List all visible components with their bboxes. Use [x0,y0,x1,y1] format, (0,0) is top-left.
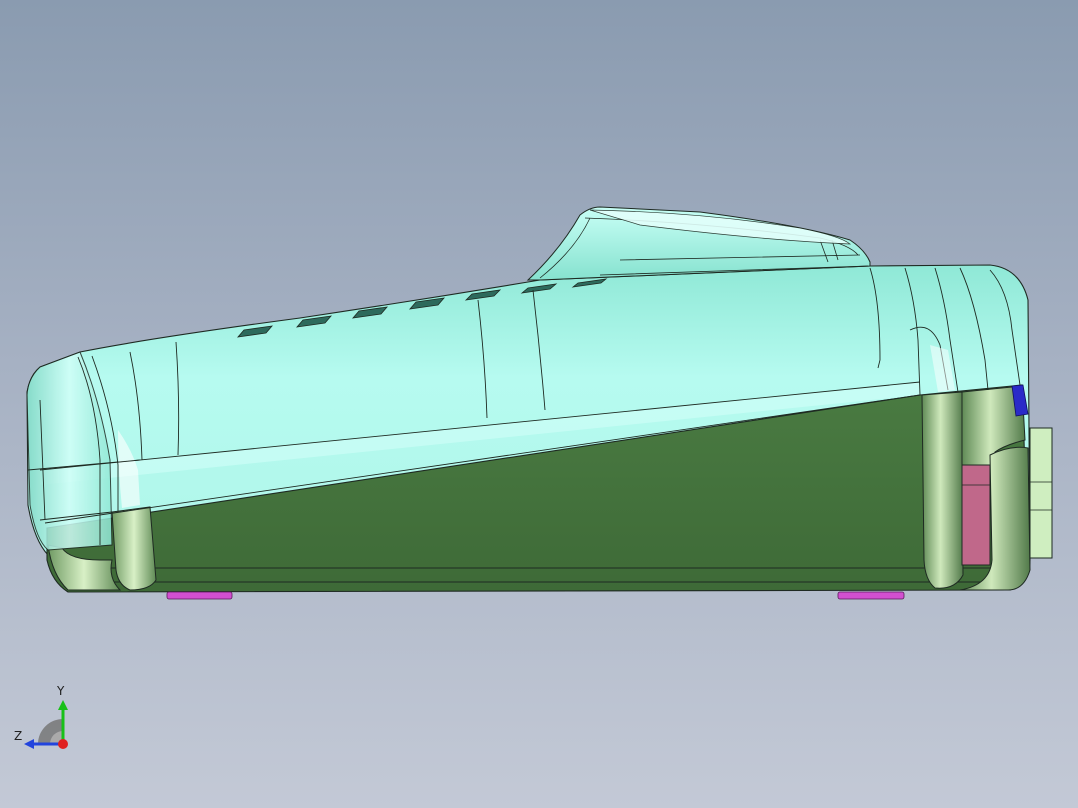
right-foot [837,591,905,600]
left-bumper[interactable] [111,506,157,591]
side-connector[interactable] [1029,427,1053,559]
orientation-triad[interactable]: Y Z [10,684,80,754]
right-bumper[interactable] [921,391,964,589]
side-port[interactable] [961,464,991,566]
cad-3d-viewport[interactable]: Y Z [0,0,1078,808]
left-foot [166,591,233,600]
z-axis-label: Z [14,729,23,743]
view-orientation-triad-icon [24,700,68,749]
device-model[interactable] [0,0,1078,808]
y-axis-label: Y [57,684,65,698]
